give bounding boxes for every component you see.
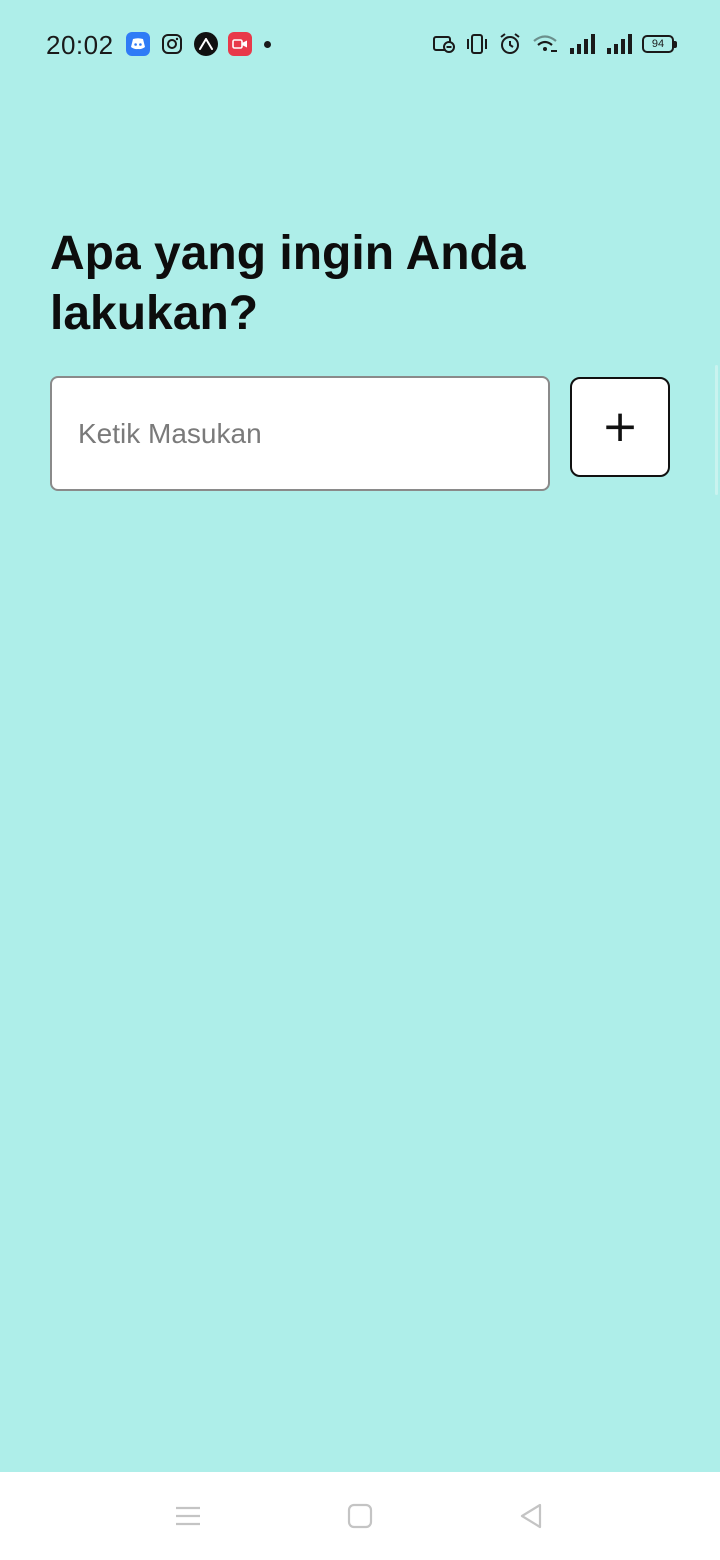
status-time: 20:02 bbox=[46, 30, 114, 60]
status-bar: 20:02 94 bbox=[0, 0, 720, 90]
expo-icon bbox=[194, 32, 218, 56]
navigation-bar bbox=[0, 1472, 720, 1560]
task-input[interactable] bbox=[50, 376, 550, 491]
scrollbar bbox=[715, 365, 718, 495]
instagram-icon bbox=[160, 32, 184, 56]
wifi-icon bbox=[531, 33, 559, 55]
screen-recorder-icon bbox=[228, 32, 252, 56]
discord-icon bbox=[126, 32, 150, 56]
menu-icon[interactable] bbox=[173, 1501, 203, 1531]
do-not-disturb-icon bbox=[432, 34, 456, 54]
more-notifications-dot bbox=[264, 40, 271, 48]
notification-icons bbox=[126, 32, 271, 56]
battery-icon: 94 bbox=[642, 35, 677, 53]
back-icon[interactable] bbox=[516, 1501, 546, 1531]
plus-icon: + bbox=[601, 401, 639, 452]
signal-icon bbox=[568, 33, 596, 55]
system-icons: 94 bbox=[432, 32, 677, 56]
page-title: Apa yang ingin Anda lakukan? bbox=[50, 227, 526, 340]
alarm-icon bbox=[498, 32, 522, 56]
add-task-button[interactable]: + bbox=[570, 377, 670, 477]
home-icon[interactable] bbox=[345, 1501, 375, 1531]
signal-icon bbox=[605, 33, 633, 55]
vibrate-icon bbox=[465, 33, 489, 55]
